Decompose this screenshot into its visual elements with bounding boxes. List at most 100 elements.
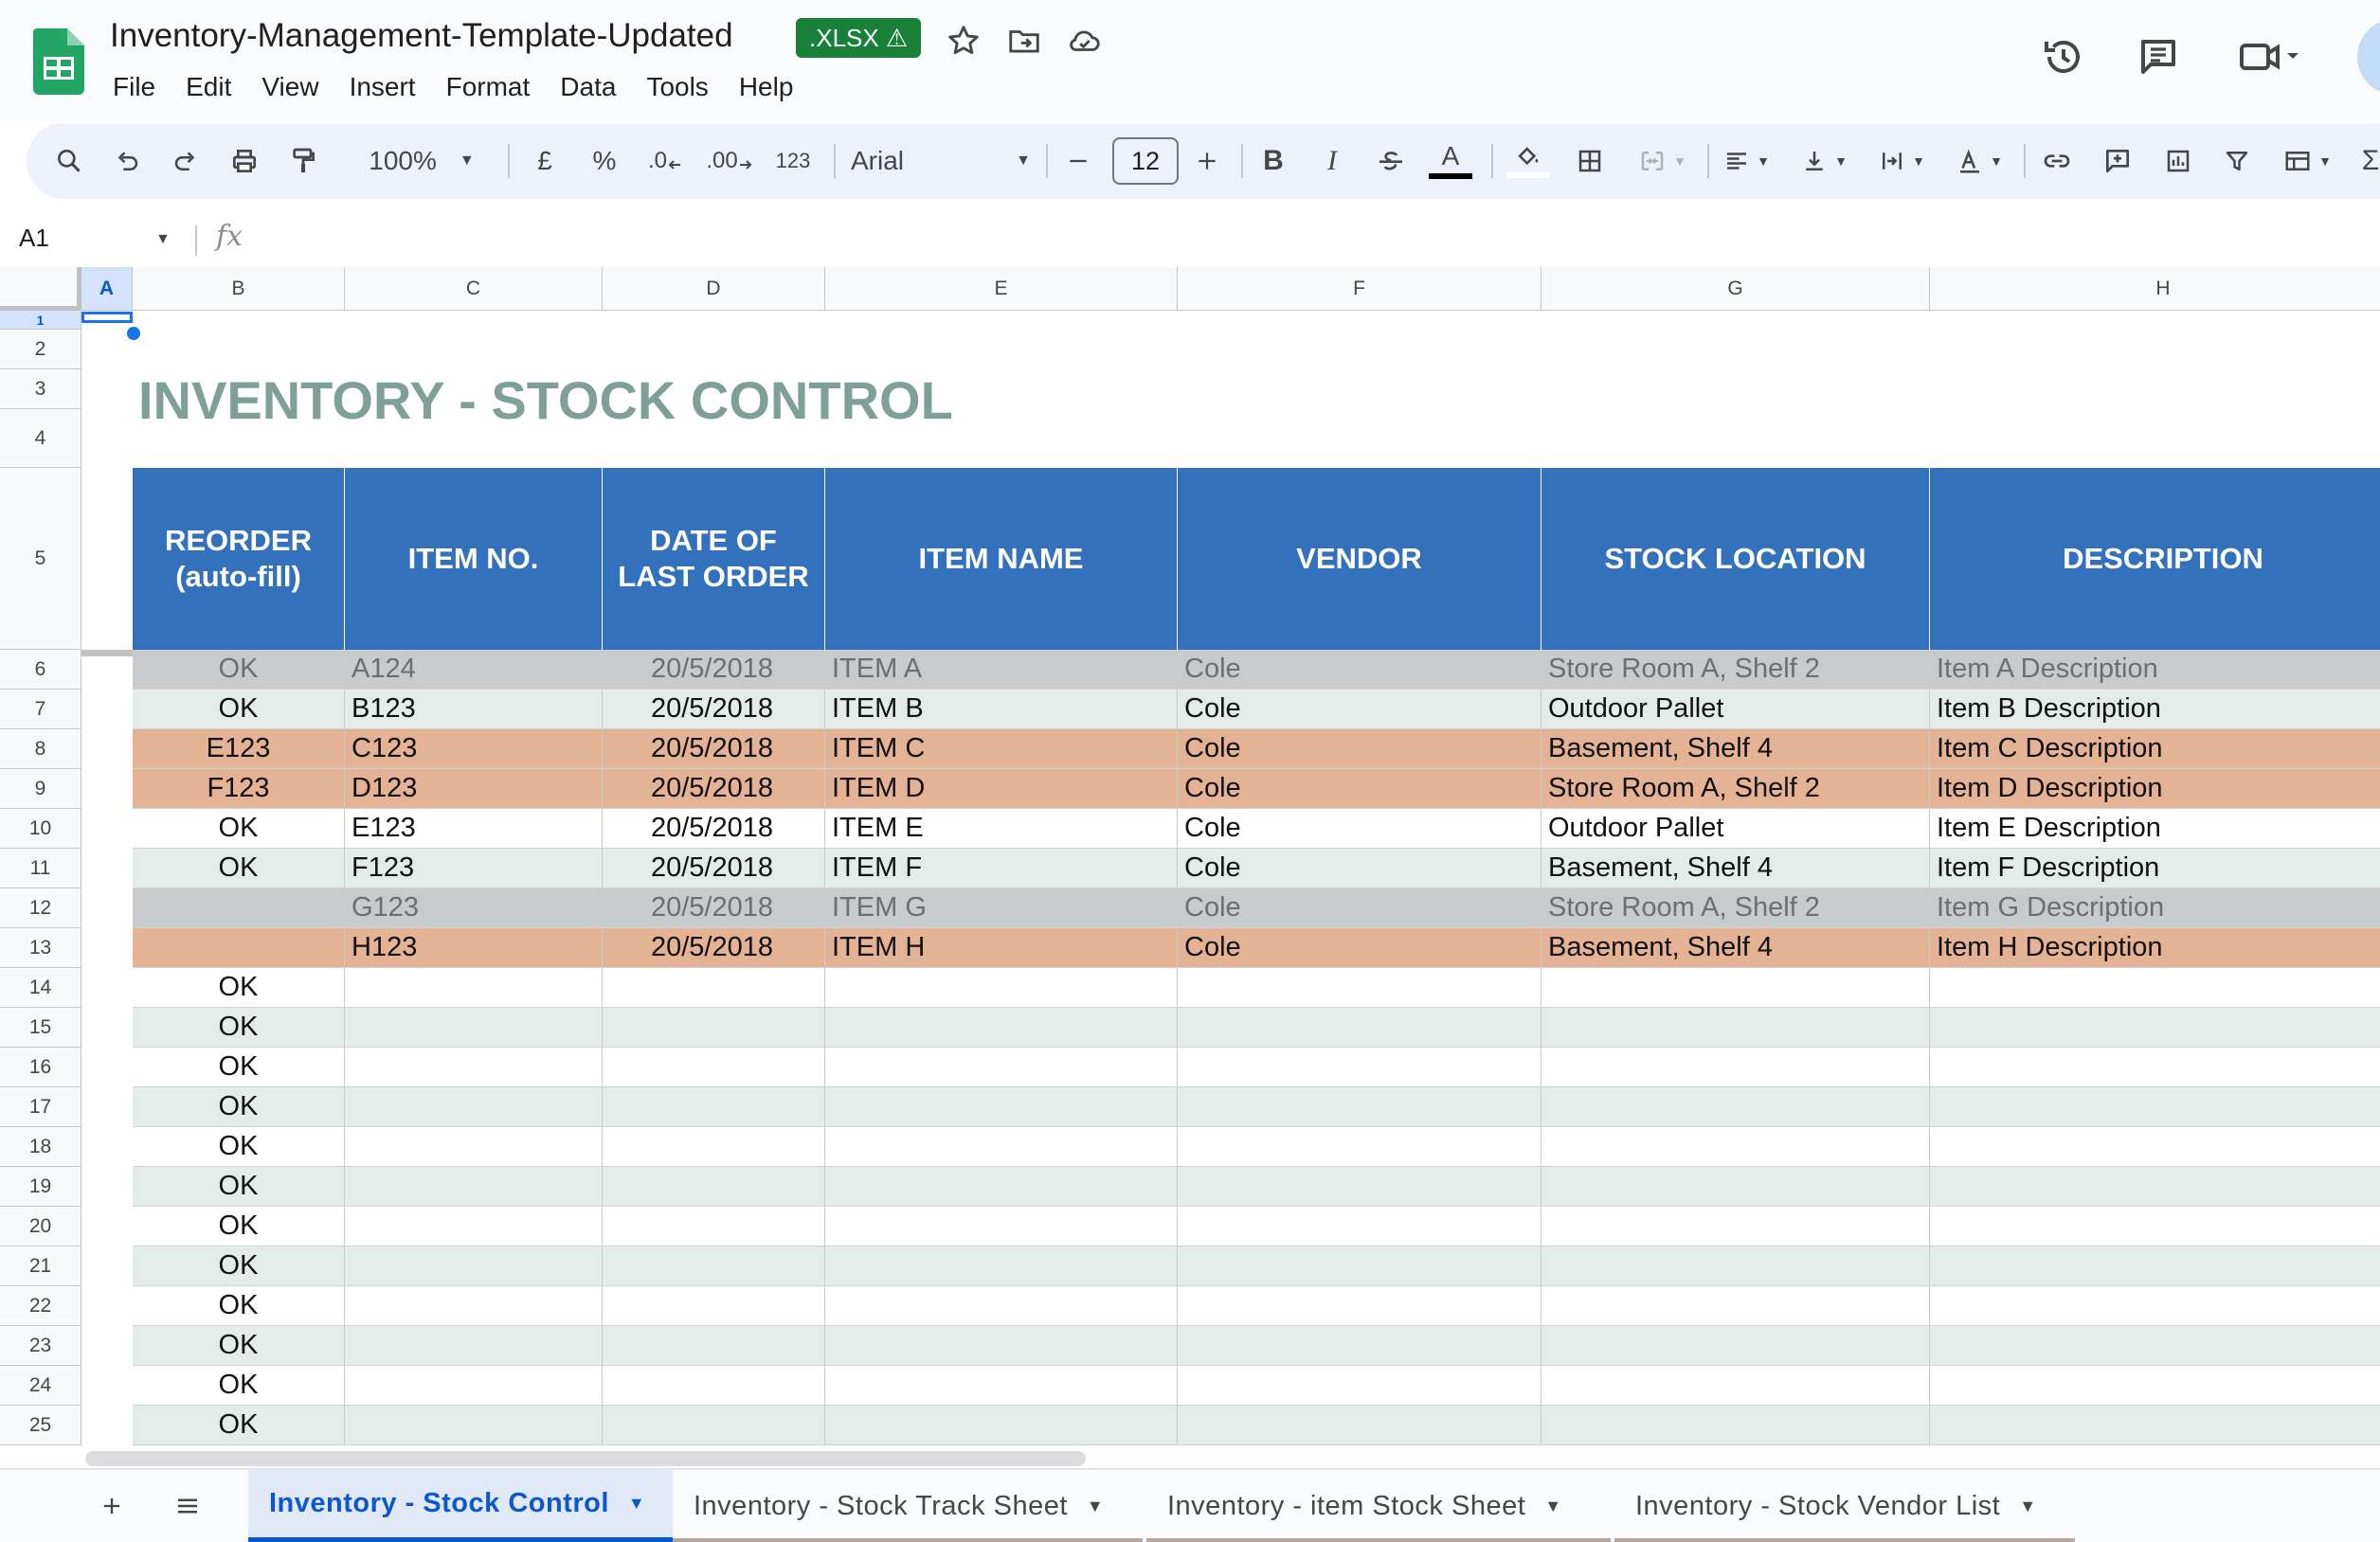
cell-reorder[interactable]: OK [133, 1246, 345, 1286]
row-header-19[interactable]: 19 [0, 1167, 81, 1207]
cell-vendor[interactable]: Cole [1178, 650, 1542, 690]
cell-reorder[interactable]: OK [133, 1167, 345, 1207]
cell-reorder[interactable]: OK [133, 650, 345, 690]
font-size-input[interactable]: 12 [1112, 137, 1179, 185]
cell-reorder[interactable]: OK [133, 849, 345, 888]
cell-location[interactable]: Store Room A, Shelf 2 [1542, 650, 1930, 690]
cloud-saved-icon[interactable] [1067, 23, 1103, 59]
cell-description[interactable]: Item E Description [1930, 809, 2380, 849]
cell-description[interactable] [1930, 968, 2380, 1008]
row-header-4[interactable]: 4 [0, 409, 81, 468]
cell-vendor[interactable]: Cole [1178, 888, 1542, 928]
cell-item-no[interactable] [345, 1008, 603, 1048]
more-formats-button[interactable]: 123 [766, 123, 820, 199]
header-date-of-last-order[interactable]: DATE OF LAST ORDER [603, 468, 825, 650]
name-box-dropdown-icon[interactable]: ▼ [155, 231, 171, 248]
comments-icon[interactable] [2136, 34, 2181, 80]
column-header-b[interactable]: B [133, 267, 345, 311]
xlsx-format-badge[interactable]: .XLSX ⚠ [796, 18, 922, 58]
cell-reorder[interactable] [133, 888, 345, 928]
cell-date[interactable] [603, 1127, 825, 1167]
cell-description[interactable] [1930, 1326, 2380, 1366]
search-menus-button[interactable] [47, 123, 91, 199]
insert-comment-button[interactable] [2096, 123, 2139, 199]
cell-item-name[interactable] [825, 1406, 1178, 1445]
cell-description[interactable] [1930, 1246, 2380, 1286]
column-header-e[interactable]: E [825, 267, 1178, 311]
cell-item-no[interactable] [345, 1366, 603, 1406]
cell-vendor[interactable]: Cole [1178, 928, 1542, 968]
cell-reorder[interactable]: OK [133, 1366, 345, 1406]
row-header-16[interactable]: 16 [0, 1048, 81, 1087]
functions-button[interactable]: Σ [2352, 123, 2380, 199]
cell-location[interactable] [1542, 1048, 1930, 1087]
strikethrough-button[interactable] [1370, 123, 1412, 199]
merge-cells-button[interactable]: ▼ [1628, 123, 1696, 199]
menu-data[interactable]: Data [545, 68, 631, 106]
column-header-h[interactable]: H [1930, 267, 2380, 311]
insert-link-button[interactable] [2035, 123, 2079, 199]
cell-description[interactable]: Item A Description [1930, 650, 2380, 690]
menu-insert[interactable]: Insert [334, 68, 431, 106]
chevron-down-icon[interactable]: ▼ [1544, 1497, 1561, 1516]
row-header-22[interactable]: 22 [0, 1286, 81, 1326]
cell-item-no[interactable]: B123 [345, 690, 603, 729]
cell-item-no[interactable] [345, 1048, 603, 1087]
cell-location[interactable] [1542, 1127, 1930, 1167]
column-header-g[interactable]: G [1542, 267, 1930, 311]
redo-button[interactable] [166, 123, 206, 199]
cell-item-name[interactable] [825, 1167, 1178, 1207]
cell-reorder[interactable] [133, 928, 345, 968]
cell-item-no[interactable] [345, 1406, 603, 1445]
sheet-tab-3[interactable]: Inventory - item Stock Sheet ▼ [1146, 1470, 1614, 1542]
cell-reorder[interactable]: E123 [133, 729, 345, 769]
cell-item-name[interactable]: ITEM B [825, 690, 1178, 729]
currency-format-button[interactable]: £ [524, 123, 566, 199]
cell-item-no[interactable] [345, 1167, 603, 1207]
cell-description[interactable]: Item D Description [1930, 769, 2380, 809]
cell-vendor[interactable] [1178, 1008, 1542, 1048]
cell-date[interactable]: 20/5/2018 [603, 769, 825, 809]
all-sheets-button[interactable] [167, 1470, 208, 1542]
row-header-6[interactable]: 6 [0, 650, 81, 690]
cell-description[interactable]: Item B Description [1930, 690, 2380, 729]
version-history-icon[interactable] [2041, 34, 2086, 80]
menu-view[interactable]: View [246, 68, 334, 106]
cell-description[interactable] [1930, 1207, 2380, 1246]
name-box[interactable]: A1 [19, 224, 49, 253]
sheet-tab-4[interactable]: Inventory - Stock Vendor List ▼ [1614, 1470, 2079, 1542]
cell-vendor[interactable]: Cole [1178, 809, 1542, 849]
insert-chart-button[interactable] [2156, 123, 2200, 199]
cell-location[interactable]: Outdoor Pallet [1542, 690, 1930, 729]
cell-vendor[interactable] [1178, 968, 1542, 1008]
cell-item-no[interactable] [345, 968, 603, 1008]
cell-item-name[interactable] [825, 1127, 1178, 1167]
cell-vendor[interactable] [1178, 1326, 1542, 1366]
cell-date[interactable] [603, 1246, 825, 1286]
menu-file[interactable]: File [98, 68, 171, 106]
column-header-d[interactable]: D [603, 267, 825, 311]
italic-button[interactable]: I [1311, 123, 1353, 199]
cell-description[interactable]: Item H Description [1930, 928, 2380, 968]
cell-reorder[interactable]: OK [133, 1406, 345, 1445]
sheets-logo-icon[interactable] [33, 28, 84, 95]
column-header-f[interactable]: F [1178, 267, 1542, 311]
vertical-align-button[interactable]: ▼ [1791, 123, 1857, 199]
cell-vendor[interactable]: Cole [1178, 729, 1542, 769]
text-wrapping-button[interactable]: ▼ [1868, 123, 1935, 199]
row-header-18[interactable]: 18 [0, 1127, 81, 1167]
header-description[interactable]: DESCRIPTION [1930, 468, 2380, 650]
undo-button[interactable] [107, 123, 147, 199]
paint-format-button[interactable] [282, 123, 324, 199]
cell-item-no[interactable]: D123 [345, 769, 603, 809]
cell-item-name[interactable]: ITEM G [825, 888, 1178, 928]
cell-item-name[interactable]: ITEM A [825, 650, 1178, 690]
cell-item-no[interactable] [345, 1246, 603, 1286]
menu-help[interactable]: Help [724, 68, 809, 106]
cell-description[interactable]: Item F Description [1930, 849, 2380, 888]
cell-location[interactable] [1542, 1406, 1930, 1445]
cell-item-name[interactable] [825, 1326, 1178, 1366]
row-header-1[interactable]: 1 [0, 311, 81, 330]
cell-description[interactable] [1930, 1406, 2380, 1445]
cell-date[interactable] [603, 1406, 825, 1445]
